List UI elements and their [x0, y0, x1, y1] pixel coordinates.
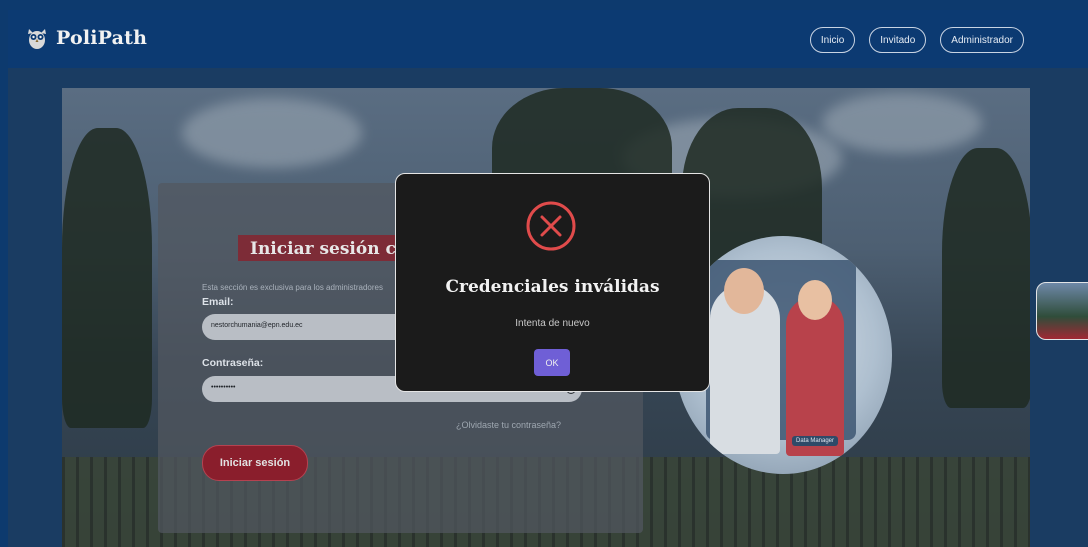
- brand-name: PoliPath: [56, 27, 148, 49]
- illustration-badge: Data Manager: [792, 436, 839, 446]
- error-x-icon: [526, 201, 576, 251]
- email-value: nestorchumania@epn.edu.ec: [211, 322, 303, 329]
- nav-links: Inicio Invitado Administrador: [809, 27, 1024, 53]
- nav-link-invitado[interactable]: Invitado: [869, 27, 927, 53]
- password-label: Contraseña:: [202, 357, 264, 369]
- modal-ok-button[interactable]: OK: [534, 349, 570, 376]
- side-preview-thumbnail[interactable]: [1036, 282, 1088, 340]
- login-description: Esta sección es exclusiva para los admin…: [202, 283, 383, 292]
- error-modal: Credenciales inválidas Intenta de nuevo …: [395, 173, 710, 392]
- brand[interactable]: PoliPath: [26, 26, 147, 50]
- email-label: Email:: [202, 296, 234, 308]
- nav-link-administrador[interactable]: Administrador: [940, 27, 1024, 53]
- illustration-woman-head: [798, 280, 832, 320]
- owl-icon: [28, 29, 46, 49]
- illustration-man-head: [724, 268, 764, 314]
- login-button[interactable]: Iniciar sesión: [202, 445, 308, 481]
- modal-message: Intenta de nuevo: [515, 318, 590, 329]
- illustration-woman: [786, 296, 844, 456]
- forgot-password-link[interactable]: ¿Olvidaste tu contraseña?: [456, 420, 561, 430]
- navbar: PoliPath Inicio Invitado Administrador: [8, 10, 1088, 68]
- password-value: ••••••••••: [211, 384, 236, 391]
- modal-title: Credenciales inválidas: [445, 277, 660, 297]
- nav-link-inicio[interactable]: Inicio: [809, 27, 856, 53]
